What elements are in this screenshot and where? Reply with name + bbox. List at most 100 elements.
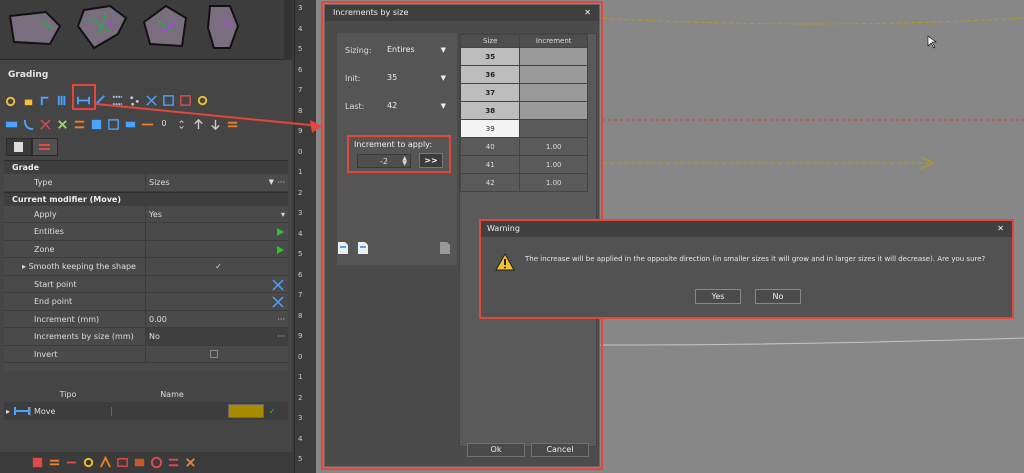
table-row[interactable]: 42 1.00	[460, 173, 588, 192]
ruler-tick-label: 9	[298, 127, 303, 135]
ruler-tick-label: 1	[298, 168, 303, 176]
warning-dialog: Warning ✕ The increase will be applied in…	[479, 219, 1014, 319]
grade-settings-icon[interactable]	[195, 93, 209, 107]
grade-curve-icon[interactable]	[38, 93, 52, 107]
grade-scatter-icon[interactable]	[127, 93, 141, 107]
prop-increment: Increment (mm) 0.00 ···	[4, 310, 288, 328]
seam-tool-icon[interactable]	[47, 456, 61, 470]
pick-point-icon[interactable]	[272, 296, 284, 308]
grade-measure-icon[interactable]	[140, 117, 154, 131]
tab-grading-rule[interactable]	[32, 138, 58, 156]
check-icon[interactable]: ✓	[264, 407, 280, 416]
modifier-row[interactable]: ▸ Move ✓	[4, 402, 288, 420]
grade-list-icon[interactable]	[89, 117, 103, 131]
smooth-checkbox[interactable]: ✓	[146, 258, 288, 275]
init-select[interactable]: 35 ▼	[383, 71, 449, 85]
table-row[interactable]: 35	[460, 47, 588, 66]
image-tool-icon[interactable]	[132, 456, 146, 470]
piece-thumbnail-2[interactable]	[70, 4, 130, 52]
pick-point-icon[interactable]	[272, 278, 284, 291]
grade-lines-icon[interactable]	[55, 93, 69, 107]
last-select[interactable]: 42 ▼	[383, 99, 449, 113]
spin-arrows-icon[interactable]: ▲ ▼	[402, 156, 407, 167]
ruler-tick-label: 9	[298, 332, 303, 340]
col-tipo: Tipo	[59, 390, 77, 399]
yes-button[interactable]: Yes	[695, 289, 741, 304]
tab-piece[interactable]	[6, 138, 32, 156]
ruler-tick-label: 8	[298, 106, 303, 115]
piece-thumbnail-1[interactable]	[6, 8, 62, 48]
table-row[interactable]: 36	[460, 65, 588, 84]
modifier-color-swatch[interactable]	[228, 404, 264, 418]
table-row[interactable]: 39	[460, 119, 588, 138]
label-tool-icon[interactable]	[183, 456, 197, 470]
piece-tool-icon[interactable]	[30, 456, 44, 470]
increment-spinbox[interactable]: -2 ▲ ▼	[357, 154, 411, 168]
chevron-down-icon[interactable]: ▾	[281, 206, 285, 223]
last-row: Last: 42 ▼	[345, 99, 449, 113]
sizing-select[interactable]: Entires ▼	[383, 43, 449, 57]
section-current-modifier[interactable]: Current modifier (Move)	[4, 191, 288, 206]
dart-tool-icon[interactable]	[98, 456, 112, 470]
apply-increment-button[interactable]: >>	[419, 153, 443, 168]
piece-tab-icon	[14, 142, 23, 152]
chevron-down-icon[interactable]: ▼	[269, 174, 274, 191]
grade-swap-icon[interactable]	[225, 117, 239, 131]
lock-point-icon[interactable]	[21, 93, 35, 107]
piece-thumbnail-4[interactable]	[200, 2, 244, 54]
scissors-icon[interactable]	[38, 117, 52, 131]
grade-fit-icon[interactable]	[178, 93, 192, 107]
cancel-button[interactable]: Cancel	[531, 443, 589, 457]
notch-tool-icon[interactable]	[64, 456, 78, 470]
close-icon[interactable]: ✕	[997, 221, 1004, 237]
ok-button[interactable]: Ok	[467, 443, 525, 457]
table-row[interactable]: 40 1.00	[460, 137, 588, 156]
target-tool-icon[interactable]	[149, 456, 163, 470]
grade-point-icon[interactable]	[4, 93, 18, 107]
circle-tool-icon[interactable]	[81, 456, 95, 470]
grade-rotate-icon[interactable]	[144, 93, 158, 107]
grade-align-icon[interactable]	[123, 117, 137, 131]
init-row: Init: 35 ▼	[345, 71, 449, 85]
size-table-icon[interactable]	[4, 117, 18, 131]
ruler-tick-label: 0	[298, 147, 303, 156]
ruler-tick-label: 2	[298, 393, 303, 402]
play-icon[interactable]	[277, 245, 284, 254]
warning-message: The increase will be applied in the oppo…	[525, 255, 986, 263]
grade-box-icon[interactable]	[161, 93, 175, 107]
grade-distance-icon[interactable]	[110, 93, 124, 107]
spin-icon[interactable]	[174, 117, 188, 131]
section-grade[interactable]: Grade	[4, 160, 288, 174]
prop-entities: Entities	[4, 223, 288, 241]
grade-loop-icon[interactable]	[72, 117, 86, 131]
arrow-down-icon[interactable]	[208, 117, 222, 131]
app-window: Grading 0 Grade Type Sizes ▼ ··· Current…	[0, 0, 1024, 473]
invert-checkbox[interactable]	[210, 349, 218, 358]
modifier-grid-header: Tipo Name	[4, 390, 288, 402]
delete-file-icon[interactable]	[439, 241, 451, 255]
grading-panel: Grading 0 Grade Type Sizes ▼ ··· Current…	[0, 0, 292, 473]
play-icon[interactable]	[277, 228, 284, 236]
expand-arrow-icon[interactable]: ▸	[4, 407, 14, 416]
piece-thumbnail-3[interactable]	[136, 2, 192, 54]
table-row[interactable]: 38	[460, 101, 588, 120]
open-file-icon[interactable]	[357, 241, 369, 255]
new-file-icon[interactable]	[337, 241, 349, 255]
ruler-tick-label: 3	[298, 4, 303, 12]
thumbnails-scrollbar[interactable]	[284, 0, 292, 60]
step-value[interactable]: 0	[157, 117, 171, 131]
align-tool-icon[interactable]	[166, 456, 180, 470]
curve-blue-icon[interactable]	[21, 117, 35, 131]
more-icon[interactable]: ···	[277, 174, 285, 191]
arrow-up-icon[interactable]	[191, 117, 205, 131]
grade-x-icon[interactable]	[55, 117, 69, 131]
table-row[interactable]: 37	[460, 83, 588, 102]
table-row[interactable]: 41 1.00	[460, 155, 588, 174]
more-icon[interactable]: ···	[277, 328, 285, 345]
more-icon[interactable]: ···	[277, 311, 285, 328]
grade-mirror-icon[interactable]	[106, 117, 120, 131]
grading-title: Grading	[8, 70, 49, 80]
no-button[interactable]: No	[755, 289, 801, 304]
fold-tool-icon[interactable]	[115, 456, 129, 470]
close-icon[interactable]: ✕	[584, 5, 591, 21]
